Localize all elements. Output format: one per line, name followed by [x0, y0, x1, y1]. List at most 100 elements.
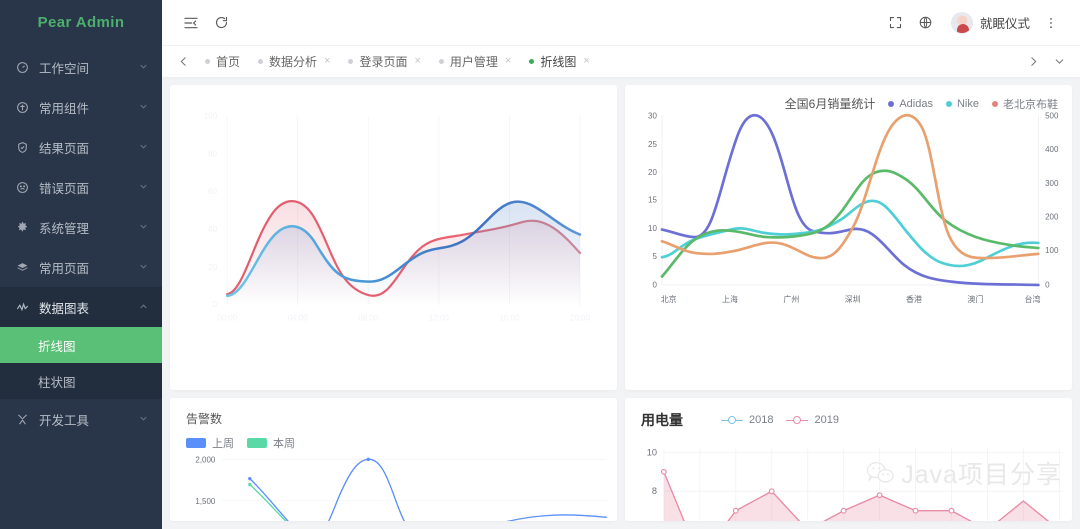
sidebar-item-label: 常用组件 — [39, 101, 90, 116]
tab-user-management[interactable]: 用户管理 × — [430, 46, 520, 78]
chart-y-axis-labels: 30 25 20 15 10 5 0 — [648, 112, 657, 290]
data-point — [768, 488, 775, 495]
refresh-icon[interactable] — [206, 8, 236, 38]
chart-card-electricity: 用电量 2018 2019 10 8 Java项目分享 — [625, 398, 1072, 521]
chart-card-alarm-count: 告警数 上周 本周 2,000 1,500 — [170, 398, 617, 521]
sidebar-item-error-pages[interactable]: 错误页面 — [0, 167, 162, 207]
tab-label: 登录页面 — [359, 55, 408, 69]
series-2019-area — [663, 471, 1049, 521]
chevron-down-icon — [138, 413, 150, 425]
sidebar-item-dev-tools[interactable]: 开发工具 — [0, 399, 162, 439]
tab-label: 首页 — [216, 55, 241, 69]
tab-dropdown-button[interactable] — [1046, 46, 1072, 78]
electricity-usage-chart[interactable]: 10 8 6 — [625, 398, 1072, 521]
y-tick-label: 8 — [652, 486, 657, 496]
close-icon[interactable]: × — [324, 56, 330, 67]
y-tick-label: 10 — [648, 224, 657, 233]
sidebar-item-components[interactable]: 常用组件 — [0, 87, 162, 127]
sidebar-submenu-data-charts: 折线图 柱状图 — [0, 327, 162, 399]
sidebar-item-result-pages[interactable]: 结果页面 — [0, 127, 162, 167]
sidebar-item-common-pages[interactable]: 常用页面 — [0, 247, 162, 287]
tab-line-chart[interactable]: 折线图 × — [520, 46, 598, 78]
tab-home[interactable]: 首页 — [196, 46, 249, 78]
dashboard-icon — [14, 59, 30, 75]
more-vertical-icon[interactable] — [1036, 8, 1066, 38]
sidebar-menu: 工作空间 常用组件 结果页面 错误页面 系统管理 常用页面 数据图表 折线图 柱… — [0, 47, 162, 439]
y-tick-label: 100 — [204, 112, 218, 121]
sidebar-item-workspace[interactable]: 工作空间 — [0, 47, 162, 87]
chevron-down-icon — [138, 221, 150, 233]
alarm-count-chart[interactable]: 2,000 1,500 — [170, 398, 617, 521]
layers-icon — [14, 259, 30, 275]
tab-login-page[interactable]: 登录页面 × — [339, 46, 429, 78]
y-tick-label: 20 — [208, 263, 217, 272]
tab-scroll-next-button[interactable] — [1020, 46, 1046, 78]
x-tick-label: 深圳 — [845, 294, 861, 304]
x-tick-label: 16:00 — [499, 313, 520, 322]
tab-label: 数据分析 — [269, 55, 318, 69]
sidebar-item-label: 数据图表 — [39, 301, 90, 316]
y-tick-label: 2,000 — [195, 456, 216, 465]
sidebar-item-label: 系统管理 — [39, 221, 90, 236]
y-tick-label: 20 — [648, 168, 657, 177]
avatar — [950, 11, 973, 34]
tab-list: 首页 数据分析 × 登录页面 × 用户管理 × 折线图 × — [196, 46, 1020, 78]
globe-icon[interactable] — [911, 8, 941, 38]
tab-label: 用户管理 — [449, 55, 498, 69]
data-point — [876, 492, 883, 499]
data-point — [912, 507, 919, 514]
main-area: 就眠仪式 首页 数据分析 × 登录页面 × 用户管理 × 折线图 × 100 8… — [162, 0, 1080, 529]
chart-y2-axis-labels: 500 400 300 200 100 0 — [1045, 112, 1059, 290]
chart-x-axis-labels: 北京 上海 广州 深圳 香港 澳门 台湾 — [661, 294, 1041, 304]
sidebar-item-label: 结果页面 — [39, 141, 90, 156]
menu-fold-icon[interactable] — [176, 8, 206, 38]
chevron-down-icon — [138, 61, 150, 73]
sidebar-subitem-line-chart[interactable]: 折线图 — [0, 327, 162, 363]
y-tick-label: 0 — [213, 300, 218, 309]
top-bar: 就眠仪式 — [162, 0, 1080, 45]
x-tick-label: 澳门 — [967, 294, 983, 304]
smooth-area-chart[interactable]: 100 80 60 40 20 0 00:00 04:00 08:00 12:0… — [170, 85, 617, 335]
y-tick-label: 60 — [208, 187, 217, 196]
y-tick-label: 25 — [648, 140, 657, 149]
app-root: Pear Admin 工作空间 常用组件 结果页面 错误页面 系统管理 常用页面… — [0, 0, 1080, 529]
chart-y-axis-labels: 100 80 60 40 20 0 — [204, 112, 218, 309]
tab-data-analysis[interactable]: 数据分析 × — [249, 46, 339, 78]
y2-tick-label: 300 — [1045, 179, 1059, 188]
sales-multi-line-chart[interactable]: 30 25 20 15 10 5 0 500 400 300 200 100 0… — [625, 85, 1072, 335]
tab-status-dot — [529, 59, 535, 64]
y-tick-label: 40 — [208, 225, 217, 234]
tab-status-dot — [258, 59, 264, 64]
sidebar-subitem-bar-chart[interactable]: 柱状图 — [0, 363, 162, 399]
sidebar-item-label: 错误页面 — [39, 181, 90, 196]
chevron-down-icon — [138, 181, 150, 193]
chart-y-axis-labels: 10 8 6 — [647, 447, 657, 496]
y2-tick-label: 100 — [1045, 246, 1059, 255]
tab-label: 折线图 — [540, 55, 577, 69]
x-tick-label: 台湾 — [1025, 294, 1041, 304]
gear-icon — [14, 219, 30, 235]
x-tick-label: 北京 — [661, 294, 677, 304]
user-menu[interactable]: 就眠仪式 — [950, 11, 1030, 34]
data-point — [948, 507, 955, 514]
close-icon[interactable]: × — [583, 56, 589, 67]
x-tick-label: 广州 — [783, 294, 799, 304]
y2-tick-label: 500 — [1045, 112, 1059, 121]
close-icon[interactable]: × — [414, 56, 420, 67]
sidebar-item-system-management[interactable]: 系统管理 — [0, 207, 162, 247]
chart-x-axis-labels: 00:00 04:00 08:00 12:00 16:00 20:00 — [217, 313, 590, 322]
brand-logo[interactable]: Pear Admin — [0, 0, 162, 45]
close-icon[interactable]: × — [505, 56, 511, 67]
sidebar-item-label: 工作空间 — [39, 61, 90, 76]
data-point — [660, 468, 667, 475]
tab-scroll-prev-button[interactable] — [170, 46, 196, 78]
sidebar-subitem-label: 柱状图 — [38, 375, 76, 390]
chart-y-axis-labels: 2,000 1,500 — [195, 456, 216, 506]
fullscreen-icon[interactable] — [881, 8, 911, 38]
y-tick-label: 80 — [208, 149, 217, 158]
x-tick-label: 08:00 — [358, 313, 379, 322]
data-point — [248, 476, 252, 481]
tab-bar: 首页 数据分析 × 登录页面 × 用户管理 × 折线图 × — [162, 45, 1080, 77]
sidebar-item-data-charts[interactable]: 数据图表 — [0, 287, 162, 327]
data-point — [366, 457, 370, 462]
